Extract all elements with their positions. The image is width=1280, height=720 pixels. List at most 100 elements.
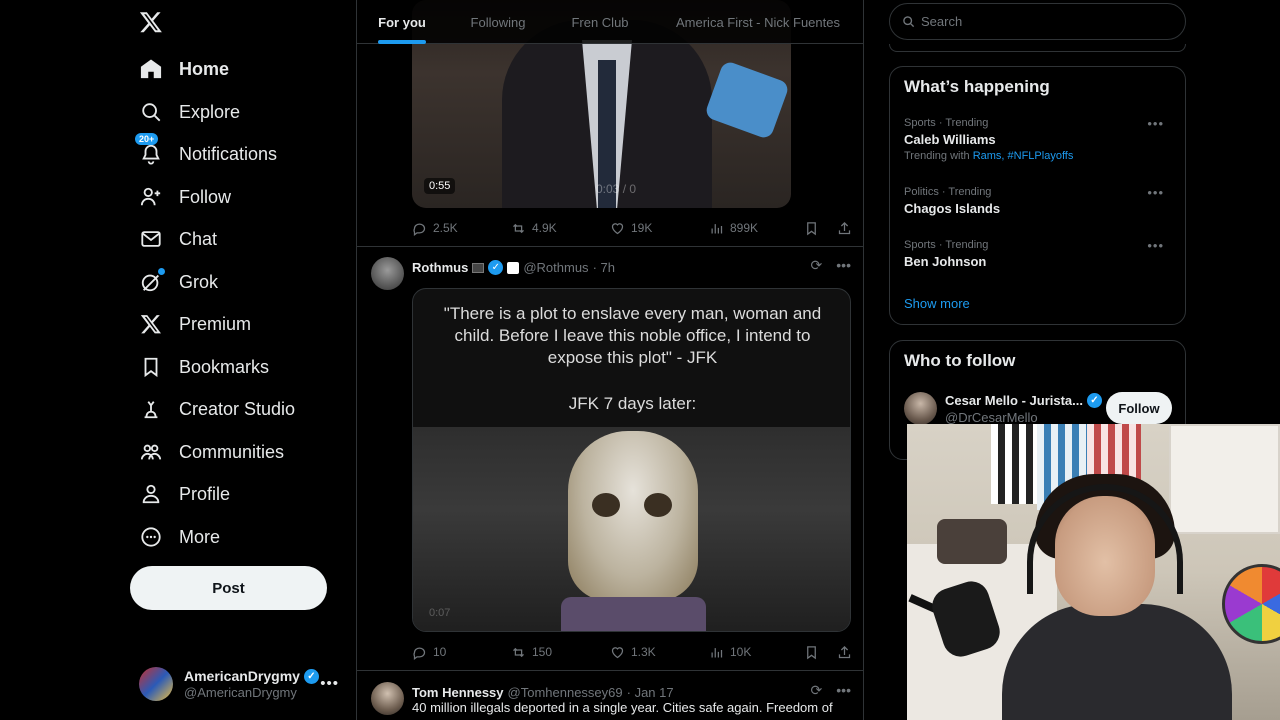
nav-label: Profile xyxy=(179,483,231,504)
avatar[interactable] xyxy=(371,682,404,715)
tweet-author-name[interactable]: Rothmus xyxy=(412,260,468,275)
tab-for-you[interactable]: For you xyxy=(357,0,447,44)
add-person-icon xyxy=(139,185,163,209)
nav-bookmarks[interactable]: Bookmarks xyxy=(139,349,269,385)
grok-icon xyxy=(139,268,165,294)
tweet-author-handle[interactable]: @Rothmus xyxy=(523,260,588,275)
search-box[interactable] xyxy=(889,3,1186,40)
nav-label: Premium xyxy=(179,313,252,334)
nav-premium[interactable]: Premium xyxy=(139,306,251,342)
nav-explore[interactable]: Explore xyxy=(139,94,240,130)
home-icon xyxy=(139,57,163,81)
views-button[interactable]: 899K xyxy=(709,221,758,236)
nav-label: Communities xyxy=(179,441,285,462)
flag-icon xyxy=(472,262,485,273)
nav-home[interactable]: Home xyxy=(139,51,229,87)
tweet-time[interactable]: · Jan 17 xyxy=(627,685,674,700)
show-more-link[interactable]: Show more xyxy=(904,296,970,311)
x-logo-icon[interactable] xyxy=(139,9,165,37)
webcam-background xyxy=(991,424,1037,504)
who-to-follow-title: Who to follow xyxy=(904,351,1016,370)
tweet-author-handle[interactable]: @Tomhennessey69 xyxy=(508,685,623,700)
tab-america-first[interactable]: America First - Nick Fuentes xyxy=(651,0,863,44)
webcam-background xyxy=(937,519,1007,564)
more-horizontal-icon[interactable]: ••• xyxy=(1147,238,1164,253)
account-handle: @AmericanDrygmy xyxy=(184,685,297,700)
mail-icon xyxy=(139,227,163,251)
reply-button[interactable]: 2.5K xyxy=(412,221,511,236)
more-horizontal-icon[interactable]: ••• xyxy=(836,682,851,699)
trend-item[interactable]: Sports · Trending Caleb Williams Trendin… xyxy=(904,116,1172,162)
reply-icon xyxy=(413,223,426,236)
views-icon xyxy=(711,223,723,233)
trending-box: What’s happening Sports · Trending Caleb… xyxy=(889,66,1186,325)
webcam-background xyxy=(1169,424,1280,534)
x-logo-icon xyxy=(139,312,163,336)
more-horizontal-icon[interactable]: ••• xyxy=(836,257,851,274)
trend-related-links[interactable]: Rams, #NFLPlayoffs xyxy=(973,150,1074,162)
account-switcher[interactable]: AmericanDrygmy ✓ @AmericanDrygmy ••• xyxy=(139,665,349,703)
more-horizontal-icon[interactable]: ••• xyxy=(1147,185,1164,200)
views-count: 899K xyxy=(730,221,759,235)
tweet-time[interactable]: · 7h xyxy=(593,260,615,275)
like-button[interactable]: 1.3K xyxy=(610,645,709,660)
tab-fren-club[interactable]: Fren Club xyxy=(549,0,651,44)
nav-profile[interactable]: Profile xyxy=(139,476,230,512)
more-horizontal-icon[interactable]: ••• xyxy=(1147,116,1164,131)
nav-creator-studio[interactable]: Creator Studio xyxy=(139,391,295,427)
heart-icon xyxy=(611,646,624,658)
repost-button[interactable]: 4.9K xyxy=(511,221,610,236)
nav-label: Home xyxy=(179,58,230,79)
video-duration: 0:07 xyxy=(429,607,451,619)
trend-related: Trending with Rams, #NFLPlayoffs xyxy=(904,150,1172,162)
tweet-video[interactable]: "There is a plot to enslave every man, w… xyxy=(412,288,851,632)
search-input[interactable] xyxy=(921,14,1161,29)
views-button[interactable]: 10K xyxy=(709,645,751,660)
verified-badge-icon: ✓ xyxy=(303,668,319,684)
trend-name: Ben Johnson xyxy=(904,254,987,269)
divider xyxy=(357,670,863,671)
avatar[interactable] xyxy=(371,257,404,290)
reply-count: 2.5K xyxy=(433,221,458,235)
share-icon[interactable] xyxy=(837,221,852,236)
like-count: 19K xyxy=(631,221,653,235)
suggestion-handle[interactable]: @DrCesarMello xyxy=(945,410,1038,425)
trend-name: Chagos Islands xyxy=(904,201,1001,216)
nav-grok[interactable]: Grok xyxy=(139,264,218,300)
nav-label: Explore xyxy=(179,101,241,122)
bookmark-icon[interactable] xyxy=(804,645,819,660)
trend-item[interactable]: Sports · Trending Ben Johnson ••• xyxy=(904,238,1172,269)
nav-more[interactable]: More xyxy=(139,519,220,555)
nav-chat[interactable]: Chat xyxy=(139,221,217,257)
tab-following[interactable]: Following xyxy=(447,0,549,44)
nav-communities[interactable]: Communities xyxy=(139,434,284,470)
verified-badge-icon: ✓ xyxy=(1087,393,1102,408)
video-frame xyxy=(413,427,850,631)
video-duration: 0:55 xyxy=(424,178,456,194)
nav-notifications[interactable]: 20+ Notifications xyxy=(135,133,277,172)
grok-icon[interactable]: ⟳ xyxy=(811,257,823,274)
grok-icon[interactable]: ⟳ xyxy=(811,682,823,699)
bell-icon: 20+ xyxy=(135,133,163,166)
views-count: 10K xyxy=(730,645,752,659)
video-caption-text: JFK 7 days later: xyxy=(568,394,697,413)
reply-icon xyxy=(413,647,426,660)
bookmark-icon[interactable] xyxy=(804,221,819,236)
share-icon[interactable] xyxy=(837,645,852,660)
more-horizontal-icon[interactable]: ••• xyxy=(320,675,339,692)
like-button[interactable]: 19K xyxy=(610,221,709,236)
post-button[interactable]: Post xyxy=(130,566,327,610)
left-sidebar: Home Explore 20+ Notifications Follow Ch… xyxy=(0,0,356,720)
trend-name: Caleb Williams xyxy=(904,132,996,147)
nav-follow[interactable]: Follow xyxy=(139,179,231,215)
video-progress: 0:03 / 0 xyxy=(596,182,637,196)
reply-button[interactable]: 10 xyxy=(412,645,511,660)
more-circle-icon xyxy=(139,525,163,549)
tweet-text: 40 million illegals deported in a single… xyxy=(412,700,833,715)
repost-button[interactable]: 150 xyxy=(511,645,610,660)
trend-item[interactable]: Politics · Trending Chagos Islands ••• xyxy=(904,185,1172,216)
tweet-author-name[interactable]: Tom Hennessy xyxy=(412,685,504,700)
follow-button[interactable]: Follow xyxy=(1106,392,1172,424)
suggestion-name[interactable]: Cesar Mello - Jurista... xyxy=(945,393,1083,408)
avatar[interactable] xyxy=(904,392,937,425)
